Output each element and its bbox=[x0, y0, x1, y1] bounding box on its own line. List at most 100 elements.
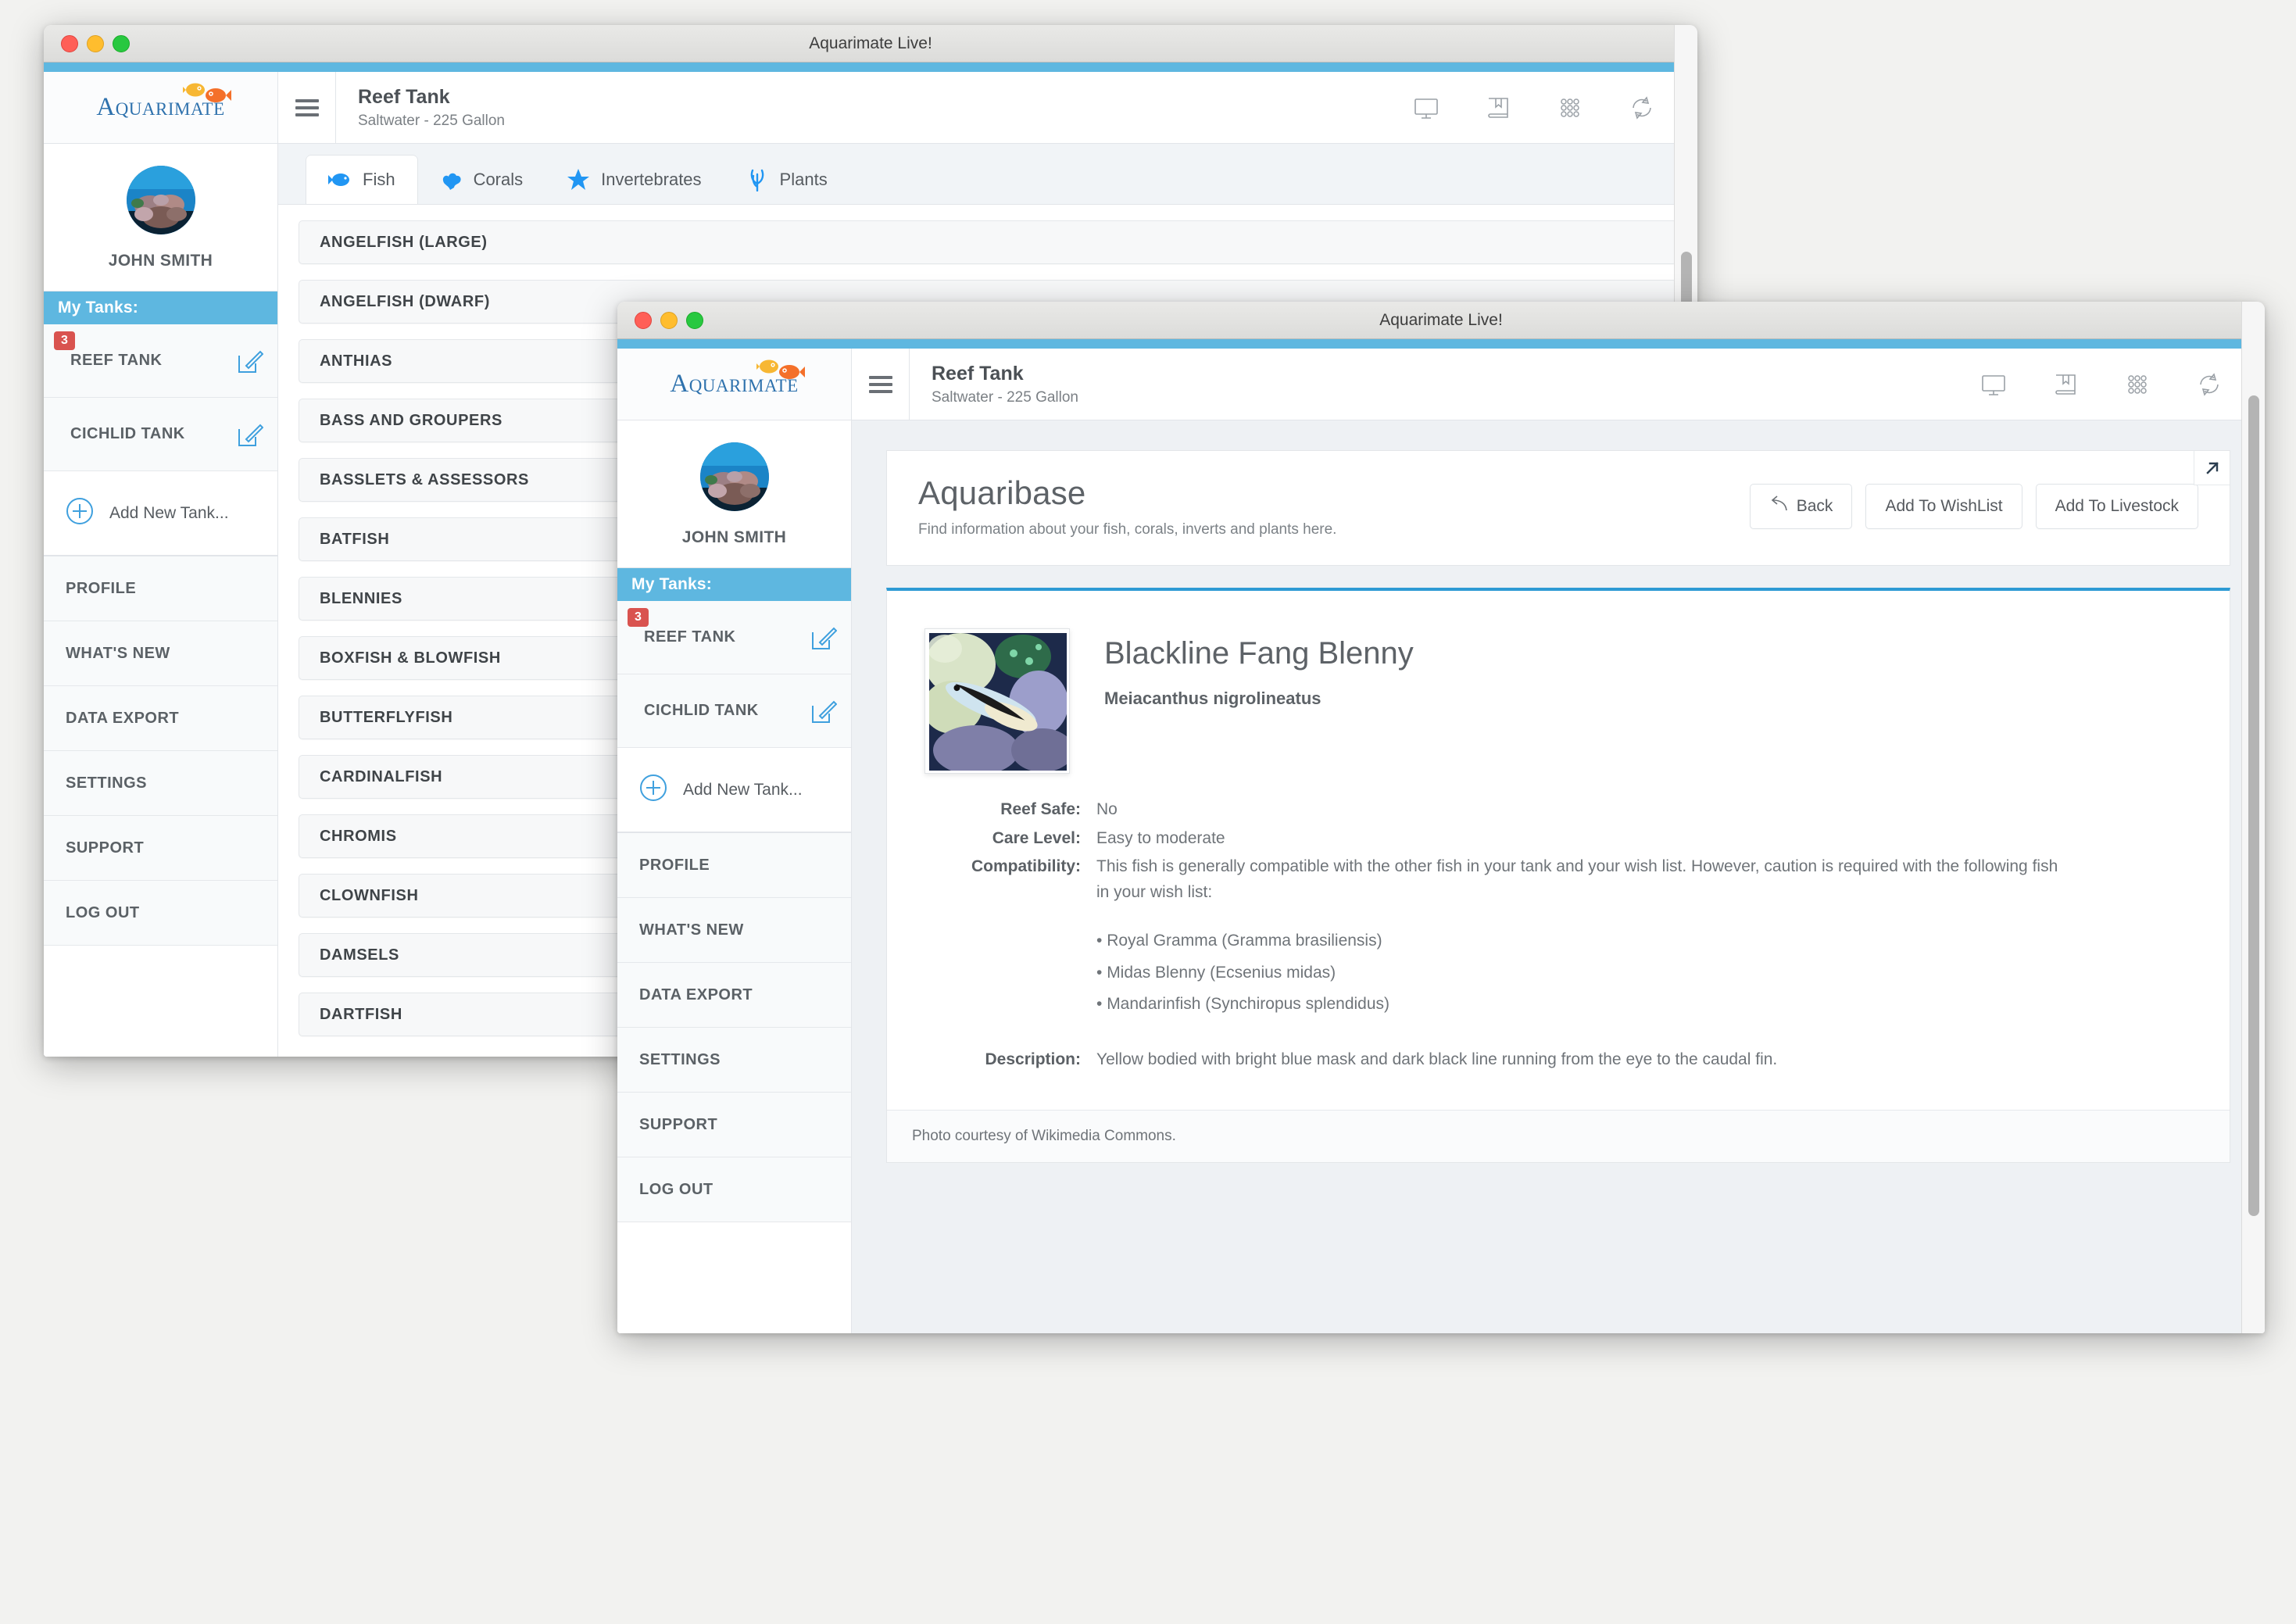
coral-icon bbox=[439, 168, 463, 191]
user-profile[interactable]: JOHN SMITH bbox=[617, 420, 851, 568]
add-to-livestock-button[interactable]: Add To Livestock bbox=[2035, 484, 2198, 529]
sidebar-item-settings[interactable]: SETTINGS bbox=[617, 1028, 851, 1093]
background-window-titlebar[interactable]: Aquarimate Live! bbox=[44, 25, 1697, 63]
add-new-tank-button[interactable]: Add New Tank... bbox=[44, 471, 277, 556]
list-item: Mandarinfish (Synchiropus splendidus) bbox=[1096, 992, 2065, 1018]
toolbar bbox=[1979, 370, 2265, 399]
tank-row-reef[interactable]: 3 REEF TANK bbox=[44, 324, 277, 398]
add-new-tank-label: Add New Tank... bbox=[683, 780, 803, 799]
foreground-window-titlebar[interactable]: Aquarimate Live! bbox=[617, 302, 2265, 339]
tank-header: Reef Tank Saltwater - 225 Gallon bbox=[910, 363, 1979, 406]
sidebar-item-profile[interactable]: PROFILE bbox=[44, 556, 277, 621]
sidebar-item-profile[interactable]: PROFILE bbox=[617, 833, 851, 898]
foreground-window[interactable]: Aquarimate Live! Aquarimate JOHN SMITH M… bbox=[617, 302, 2265, 1333]
sidebar: Aquarimate JOHN SMITH My Tanks: 3 REEF T… bbox=[617, 349, 852, 1333]
brand-logo[interactable]: Aquarimate bbox=[44, 72, 277, 144]
book-aquaribase-icon[interactable] bbox=[2051, 370, 2080, 399]
sidebar-item-data-export[interactable]: DATA EXPORT bbox=[44, 686, 277, 751]
sync-refresh-icon[interactable] bbox=[1627, 93, 1657, 123]
edit-pencil-icon[interactable] bbox=[237, 421, 264, 448]
back-button[interactable]: Back bbox=[1749, 484, 1853, 529]
list-item: Midas Blenny (Ecsenius midas) bbox=[1096, 960, 2065, 986]
monitor-dashboard-icon[interactable] bbox=[1979, 370, 2008, 399]
grid-apps-icon[interactable] bbox=[1555, 93, 1585, 123]
page-subtitle: Find information about your fish, corals… bbox=[918, 521, 1337, 538]
accent-bar bbox=[617, 339, 2265, 349]
tab-corals[interactable]: Corals bbox=[417, 156, 545, 204]
sidebar-item-log-out[interactable]: LOG OUT bbox=[617, 1157, 851, 1222]
fish-icon bbox=[328, 168, 352, 191]
my-tanks-header: My Tanks: bbox=[44, 292, 277, 324]
list-item[interactable]: ANGELFISH (LARGE) bbox=[299, 220, 1677, 264]
vertical-scrollbar[interactable] bbox=[2241, 302, 2265, 1333]
avatar bbox=[126, 166, 195, 234]
photo-credit: Photo courtesy of Wikimedia Commons. bbox=[887, 1110, 2230, 1163]
starfish-icon bbox=[567, 168, 590, 191]
incompatible-fish-list: Royal Gramma (Gramma brasiliensis) Midas… bbox=[1096, 928, 2065, 1018]
tank-name: CICHLID TANK bbox=[644, 702, 759, 719]
scrollbar-thumb[interactable] bbox=[2248, 395, 2259, 1216]
attribute-label: Compatibility: bbox=[971, 857, 1081, 876]
sidebar-item-data-export[interactable]: DATA EXPORT bbox=[617, 963, 851, 1028]
compatibility-text: This fish is generally compatible with t… bbox=[1096, 857, 2058, 901]
sync-refresh-icon[interactable] bbox=[2194, 370, 2224, 399]
header-actions: Back Add To WishList Add To Livestock bbox=[1749, 474, 2198, 529]
main-column: Reef Tank Saltwater - 225 Gallon bbox=[852, 349, 2265, 1333]
user-profile[interactable]: JOHN SMITH bbox=[44, 144, 277, 292]
profile-name: JOHN SMITH bbox=[108, 252, 213, 270]
plus-circle-icon bbox=[66, 497, 94, 529]
sidebar-nav: PROFILE WHAT'S NEW DATA EXPORT SETTINGS … bbox=[617, 832, 851, 1222]
hamburger-menu-icon[interactable] bbox=[852, 349, 910, 420]
add-to-wishlist-button[interactable]: Add To WishList bbox=[1865, 484, 2022, 529]
brand-logo[interactable]: Aquarimate bbox=[617, 349, 851, 420]
profile-name: JOHN SMITH bbox=[681, 528, 787, 546]
back-button-label: Back bbox=[1796, 497, 1833, 515]
hamburger-menu-icon[interactable] bbox=[278, 72, 336, 143]
expand-arrow-icon[interactable] bbox=[2194, 451, 2230, 485]
my-tanks-header: My Tanks: bbox=[617, 568, 851, 601]
tab-fish[interactable]: Fish bbox=[306, 156, 417, 204]
add-new-tank-label: Add New Tank... bbox=[109, 503, 229, 522]
sidebar-item-whats-new[interactable]: WHAT'S NEW bbox=[617, 898, 851, 963]
tab-invertebrates[interactable]: Invertebrates bbox=[545, 156, 723, 204]
tank-header: Reef Tank Saltwater - 225 Gallon bbox=[336, 86, 1411, 130]
attribute-row-reef-safe: Reef Safe: No bbox=[924, 797, 2192, 823]
top-bar: Reef Tank Saltwater - 225 Gallon bbox=[278, 72, 1697, 144]
sidebar-item-support[interactable]: SUPPORT bbox=[44, 816, 277, 881]
add-new-tank-button[interactable]: Add New Tank... bbox=[617, 748, 851, 832]
accent-bar bbox=[44, 63, 1697, 72]
attribute-row-description: Description: Yellow bodied with bright b… bbox=[924, 1047, 2192, 1073]
window-title: Aquarimate Live! bbox=[1379, 310, 1503, 329]
tank-row-cichlid[interactable]: CICHLID TANK bbox=[44, 398, 277, 471]
sidebar-item-whats-new[interactable]: WHAT'S NEW bbox=[44, 621, 277, 686]
attribute-label: Description: bbox=[985, 1050, 1081, 1068]
edit-pencil-icon[interactable] bbox=[810, 624, 838, 651]
window-title: Aquarimate Live! bbox=[809, 34, 932, 52]
sidebar-nav: PROFILE WHAT'S NEW DATA EXPORT SETTINGS … bbox=[44, 556, 277, 946]
blenny-photo[interactable] bbox=[924, 628, 1070, 774]
book-aquaribase-icon[interactable] bbox=[1483, 93, 1513, 123]
sidebar-filler bbox=[617, 1222, 851, 1333]
edit-pencil-icon[interactable] bbox=[810, 698, 838, 724]
avatar bbox=[699, 442, 769, 511]
two-fish-icon bbox=[754, 356, 805, 387]
sidebar: Aquarimate JOHN SMITH My Tanks: 3 REEF T… bbox=[44, 72, 278, 1057]
aquaribase-header-panel: Aquaribase Find information about your f… bbox=[886, 450, 2230, 566]
tank-row-reef[interactable]: 3 REEF TANK bbox=[617, 601, 851, 674]
attribute-label: Care Level: bbox=[992, 828, 1081, 847]
plus-circle-icon bbox=[639, 774, 667, 806]
tank-row-cichlid[interactable]: CICHLID TANK bbox=[617, 674, 851, 748]
tab-plants[interactable]: Plants bbox=[724, 156, 849, 204]
back-arrow-icon bbox=[1769, 495, 1788, 517]
grid-apps-icon[interactable] bbox=[2123, 370, 2152, 399]
monitor-dashboard-icon[interactable] bbox=[1411, 93, 1441, 123]
species-common-name: Blackline Fang Blenny bbox=[1104, 636, 1414, 671]
sidebar-item-support[interactable]: SUPPORT bbox=[617, 1093, 851, 1157]
edit-pencil-icon[interactable] bbox=[237, 348, 264, 374]
plant-icon bbox=[746, 168, 769, 192]
page-subtitle: Saltwater - 225 Gallon bbox=[358, 112, 505, 129]
sidebar-item-settings[interactable]: SETTINGS bbox=[44, 751, 277, 816]
tab-label: Invertebrates bbox=[601, 170, 702, 189]
toolbar bbox=[1411, 93, 1697, 123]
sidebar-item-log-out[interactable]: LOG OUT bbox=[44, 881, 277, 946]
